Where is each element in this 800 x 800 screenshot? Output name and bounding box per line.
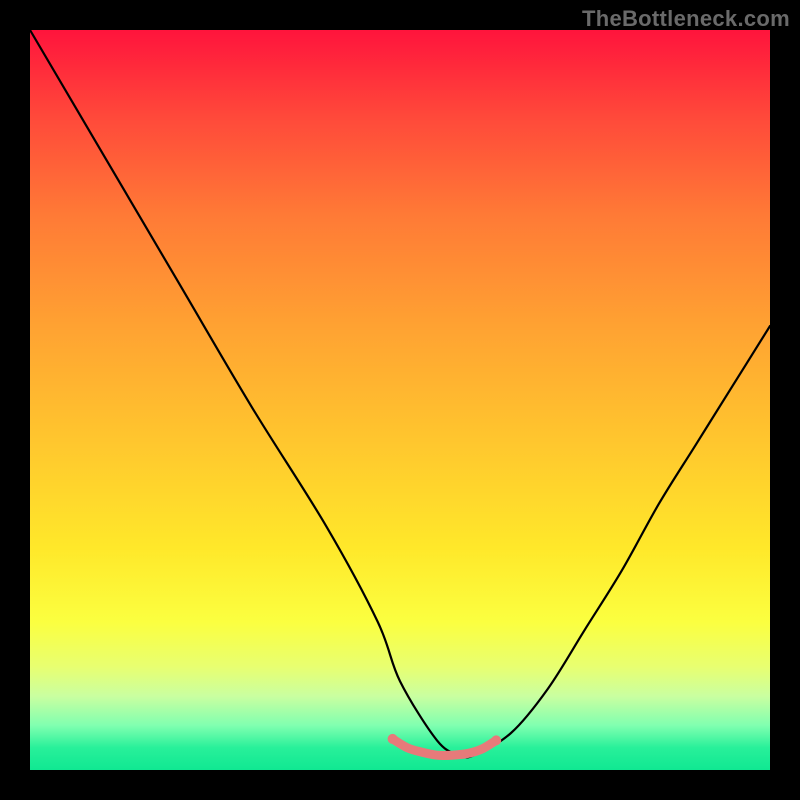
highlight-endpoint-right [491,735,501,745]
chart-frame: TheBottleneck.com [0,0,800,800]
chart-curve-layer [30,30,770,770]
watermark-text: TheBottleneck.com [582,6,790,32]
bottleneck-curve [30,30,770,758]
highlight-endpoint-left [388,734,398,744]
